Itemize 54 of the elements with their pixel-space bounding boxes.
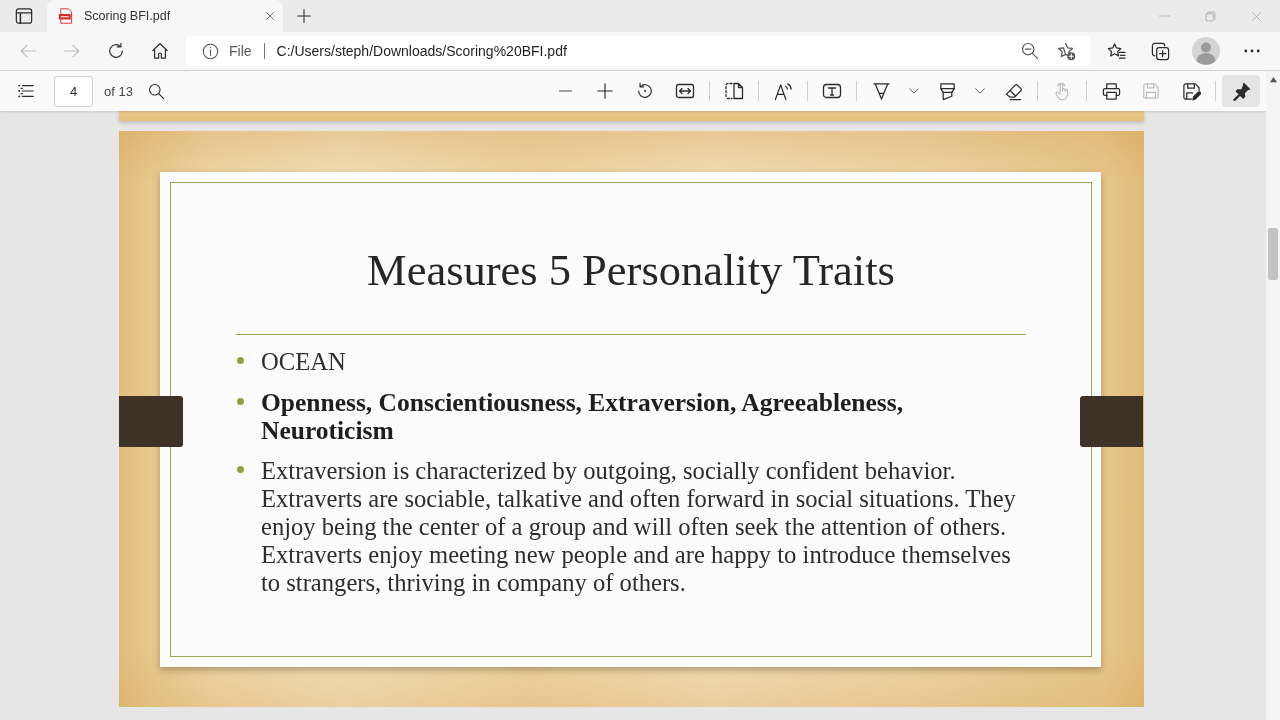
pen-icon [871,81,891,101]
slide-title: Measures 5 Personality Traits [366,244,896,296]
collections-icon [1150,41,1170,61]
site-info-label: File [229,43,252,59]
chevron-down-icon [909,88,919,94]
printer-icon [1101,81,1121,101]
back-arrow-icon [19,42,37,60]
highlighter-icon [937,81,957,101]
bullet-icon [237,357,244,364]
pdf-file-icon [58,8,74,24]
up-arrow-icon [1268,75,1278,83]
star-plus-icon [1056,41,1076,61]
info-icon [202,42,219,60]
fit-width-icon [675,81,695,101]
close-icon [1250,10,1262,22]
window-icon [15,7,33,25]
bullet-heading: Openness, Conscientiousness, Extraversion, Agreeableness, Neuroticism [261,388,905,445]
more-icon [1244,49,1260,53]
refresh-icon [107,42,125,60]
zoom-out-icon [1021,42,1039,60]
forward-arrow-icon [63,42,81,60]
page-number-field[interactable]: 4 [54,75,93,107]
minus-icon [556,90,574,92]
eraser-icon [1003,81,1023,101]
bullet-icon [237,466,244,474]
tab-title: Scoring BFI.pdf [84,9,171,23]
pin-toolbar-button[interactable] [1222,75,1260,107]
list-icon [17,82,35,100]
side-block [119,396,183,447]
avatar-icon [1192,37,1220,65]
browser-tab[interactable]: Scoring BFI.pdf [47,0,283,32]
page-count: of 13 [104,83,133,99]
plus-icon [596,82,614,100]
home-icon [151,42,169,60]
restore-icon [1204,10,1216,22]
bullet-text: Extraversion is characterized by outgoing, socially confident behavior. Extraverts are sociable, talkative and often forward in social situations. They enjoy being the center of a group and will often seek the attention of others. Extraverts enjoy meeting new people and are happy to introduce themselves to strangers, thriving in company of others. [261,457,1017,597]
star-list-icon [1106,41,1126,61]
letter-sound-waves-icon [773,81,793,101]
scrollbar-thumb[interactable] [1268,228,1278,280]
floppy-disk-icon [1142,82,1160,100]
close-icon [265,11,275,21]
address-bar[interactable]: File C:/Users/steph/Downloads/Scoring%20BFI.pdf [186,36,1090,66]
side-block [1080,396,1143,447]
two-pages-icon [724,81,744,101]
plus-icon [296,8,312,24]
chevron-down-icon [975,88,985,94]
bullet-icon [237,397,244,405]
url-text: C:/Users/steph/Downloads/Scoring%20BFI.pdf [276,43,567,59]
search-icon [148,82,166,100]
floppy-pencil-icon [1181,81,1201,101]
rotate-icon [636,82,654,100]
pin-icon [1231,81,1251,101]
text-box-icon [822,81,842,101]
bullet-text: OCEAN [261,348,347,376]
